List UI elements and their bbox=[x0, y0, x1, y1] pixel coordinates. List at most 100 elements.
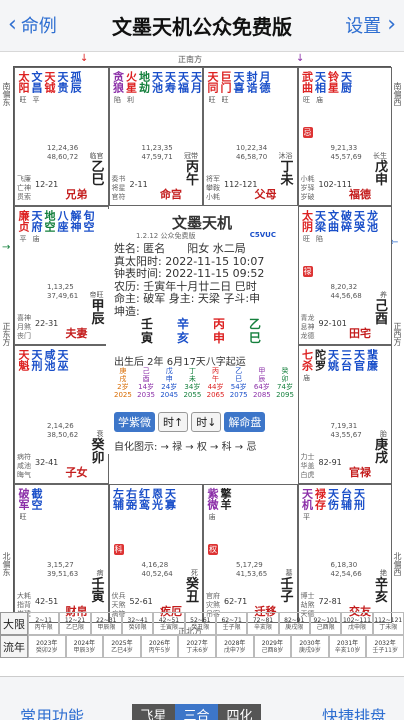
dayun-item[interactable]: 甲辰 64岁 2085 bbox=[253, 367, 271, 399]
dayun-item[interactable]: 乙巳 54岁 2075 bbox=[230, 367, 248, 399]
liunian-cell[interactable]: 2027年 丁未6岁 bbox=[178, 635, 216, 658]
dayun-item[interactable]: 癸卯 74岁 2095 bbox=[276, 367, 294, 399]
liunian-cell[interactable]: 2030年 庚戌9岁 bbox=[291, 635, 329, 658]
limit-range: 2023年 bbox=[36, 639, 58, 647]
time-up-button[interactable]: 时↑ bbox=[158, 412, 189, 432]
age-line: 44,56,68 bbox=[330, 292, 362, 300]
star-name: 八座 bbox=[56, 210, 69, 232]
dayun-item[interactable]: 丁未 34岁 2055 bbox=[183, 367, 201, 399]
palace-cell[interactable]: 太阴旺天梁陷文曲 破碎 天哭 龙池禄 8,20,32 44,56,68 养青龙 息神 龙德 9… bbox=[297, 206, 392, 345]
palace-cell[interactable]: 太阳旺文昌平天钺 天贵 孤辰 12,24,36 48,60,72 临官 飞廉 亡神 贯索 12… bbox=[14, 67, 109, 206]
liunian-cell[interactable]: 2032年 壬子11岁 bbox=[366, 635, 404, 658]
tab-sihua[interactable]: 四化 bbox=[218, 704, 261, 720]
palace-ganzhi: 癸卯 bbox=[91, 438, 105, 466]
dayun-text: 2045 bbox=[160, 391, 179, 399]
star: 禄存 bbox=[314, 488, 327, 523]
daxian-cell[interactable]: 2~11 丙午限 bbox=[28, 612, 60, 635]
palace-cell[interactable]: 贪狼陷火星利地劫 天池 天寿 天福 天月 11,23,35 47,59,71 冠带 奏书 将星 … bbox=[108, 67, 203, 206]
daxian-cell[interactable]: 72~81 辛亥限 bbox=[247, 612, 279, 635]
common-functions-button[interactable]: 常用功能 bbox=[20, 703, 84, 720]
palace-name: 夫妻 bbox=[65, 327, 88, 340]
daxian-cell[interactable]: 82~91 庚戌限 bbox=[278, 612, 310, 635]
direction-east: 正东方 bbox=[2, 322, 11, 346]
arrow-icon: ↓ bbox=[296, 53, 305, 64]
tab-feixing[interactable]: 飞星 bbox=[132, 704, 175, 720]
daxian-cell[interactable]: 92~101 己酉限 bbox=[309, 612, 342, 635]
limit-range: 32~41 bbox=[127, 616, 148, 624]
star: 天福 bbox=[177, 71, 190, 106]
star-level: 旺 bbox=[303, 96, 310, 104]
palace-cell[interactable]: 七杀庙陀罗 天姚 三台 天官 蜚廉 7,19,31 43,55,67 胎力士 华盖 白虎 82-… bbox=[297, 345, 392, 484]
daxian-cell[interactable]: 62~71 壬子限 bbox=[215, 612, 248, 635]
daxian-cell[interactable]: 52~61 癸丑限 bbox=[184, 612, 216, 635]
palace-ganzhi: 戊申 bbox=[375, 160, 389, 188]
age-line: 11,23,35 bbox=[141, 144, 173, 152]
dayun-text: 2075 bbox=[229, 391, 248, 399]
dayun-text: 2085 bbox=[252, 391, 271, 399]
palace-cell[interactable]: 天机平禄存 天伤 台辅 天刑 6,18,30 42,54,66 绝博士 劫煞 天德 72-81… bbox=[297, 484, 392, 623]
palace-name: 田宅 bbox=[349, 327, 371, 340]
bazi-char: 辛 bbox=[176, 317, 189, 331]
liunian-cell[interactable]: 2025年 乙巳4岁 bbox=[103, 635, 141, 658]
star: 天寿 bbox=[164, 71, 177, 106]
quick-chart-button[interactable]: 快捷排盘 bbox=[322, 703, 386, 720]
dayun-text: 巳 bbox=[235, 375, 243, 383]
dayun-text: 丁 bbox=[188, 367, 196, 375]
settings-button[interactable]: 设置 › bbox=[345, 12, 396, 38]
star: 文昌平 bbox=[30, 71, 43, 106]
star-name: 天喜 bbox=[232, 71, 245, 93]
arrow-icon: → bbox=[2, 242, 11, 253]
palace-cell[interactable]: 廉贞平天府庙地空 八座 解神 旬空 1,13,25 37,49,61 帝旺 喜神 月煞 丧门 2… bbox=[14, 206, 109, 345]
star: 旬空 bbox=[82, 210, 95, 245]
dayun-item[interactable]: 戊申 24岁 2045 bbox=[160, 367, 178, 399]
liunian-cell[interactable]: 2024年 甲辰3岁 bbox=[65, 635, 104, 658]
tab-sanhe[interactable]: 三合 bbox=[175, 704, 218, 720]
daxian-cell[interactable]: 42~51 壬寅限 bbox=[153, 612, 185, 635]
star-name: 天哭 bbox=[352, 210, 366, 232]
direction-south: 正南方 bbox=[178, 55, 202, 64]
palace-name: 子女 bbox=[65, 466, 88, 479]
palace-name: 官禄 bbox=[349, 466, 371, 479]
palace-cell[interactable]: 武曲旺天相庙铃星 天厨忌 9,21,33 45,57,69 长生 小耗 岁驿 岁破 102-… bbox=[297, 67, 392, 206]
liunian-cell[interactable]: 2026年 丙午5岁 bbox=[140, 635, 179, 658]
limit-range: 12~21 bbox=[64, 616, 86, 624]
bazi-pillars: 壬寅辛亥丙申乙巳 bbox=[141, 317, 261, 345]
shensha-list: 飞廉 亡神 贯索 bbox=[17, 175, 31, 201]
dayun-item[interactable]: 丙午 44岁 2065 bbox=[207, 367, 225, 399]
palace-cell[interactable]: 破军旺截空3,15,2739,51,63病大耗 指背 岁建42-51壬寅财帛 bbox=[14, 484, 109, 623]
daxian-cell[interactable]: 12~21 乙巳限 bbox=[59, 612, 91, 635]
liunian-cell[interactable]: 2029年 己酉8岁 bbox=[253, 635, 292, 658]
star: 封诰 bbox=[245, 71, 258, 106]
liunian-cell[interactable]: 2023年 癸卯2岁 bbox=[28, 635, 66, 658]
star: 天哭 bbox=[352, 210, 366, 245]
palace-cell[interactable]: 天魁 天刑 咸池 天巫 2,14,26 38,50,62 衰病符 咸池 晦气 32-41 癸卯子… bbox=[14, 345, 109, 484]
daxian-range: 62-71 bbox=[224, 597, 248, 606]
daxian-cell[interactable]: 32~41 癸卯限 bbox=[121, 612, 154, 635]
star: 天厨 bbox=[340, 71, 353, 106]
dayun-item[interactable]: 己酉 14岁 2035 bbox=[137, 367, 155, 399]
star: 天钺 bbox=[43, 71, 56, 106]
explain-chart-button[interactable]: 解命盘 bbox=[224, 412, 266, 432]
star: 八座 bbox=[56, 210, 69, 245]
star-name: 月德 bbox=[258, 71, 271, 93]
dayun-item[interactable]: 庚戌 2岁 2025 bbox=[114, 367, 132, 399]
time-down-button[interactable]: 时↓ bbox=[191, 412, 222, 432]
bazi-char: 寅 bbox=[141, 331, 154, 345]
palace-cell[interactable]: 左辅 右弼 红鸾 恩光 天寡科 4,16,28 40,52,64 死伏兵 天煞 病符 52-61… bbox=[108, 484, 203, 623]
liunian-cell[interactable]: 2028年 戊申7岁 bbox=[215, 635, 254, 658]
palace-cell[interactable]: 紫微庙擎羊权 5,17,29 41,53,65 墓官府 灾煞 吊客 62-71 壬子 迁移 bbox=[203, 484, 298, 623]
daxian-cell[interactable]: 112~121 丁未限 bbox=[372, 612, 404, 635]
liunian-cell[interactable]: 2031年 辛亥10岁 bbox=[328, 635, 367, 658]
dayun-text: 戊 bbox=[165, 367, 173, 375]
chart-board: 正南方 正北方 正东方 正西方 南偏东 南偏西 北偏东 北偏西 ↓ ↓ ← → … bbox=[0, 52, 404, 636]
learn-ziwei-button[interactable]: 学紫微 bbox=[114, 412, 155, 432]
star-list: 廉贞平天府庙地空 八座 解神 旬空 bbox=[17, 210, 95, 245]
qiyun-text: 出生后 2年 6月17天八字起运 bbox=[114, 357, 246, 368]
birth-info: 姓名: 匿名 阳女 水二局 真太阳时: 2022-11-15 10:07 钟表时间:… bbox=[114, 242, 264, 319]
limit-ganzhi: 戊申限 bbox=[347, 623, 366, 631]
palace-ganzhi: 庚戌 bbox=[375, 438, 389, 466]
daxian-cell[interactable]: 102~111 戊申限 bbox=[341, 612, 373, 635]
star-name: 天刑 bbox=[30, 349, 43, 371]
daxian-cell[interactable]: 22~31 甲辰限 bbox=[90, 612, 122, 635]
palace-cell[interactable]: 天同旺巨门旺天喜 封诰 月德 10,22,34 46,58,70 沐浴 将军 攀鞍 小耗 11… bbox=[203, 67, 298, 206]
